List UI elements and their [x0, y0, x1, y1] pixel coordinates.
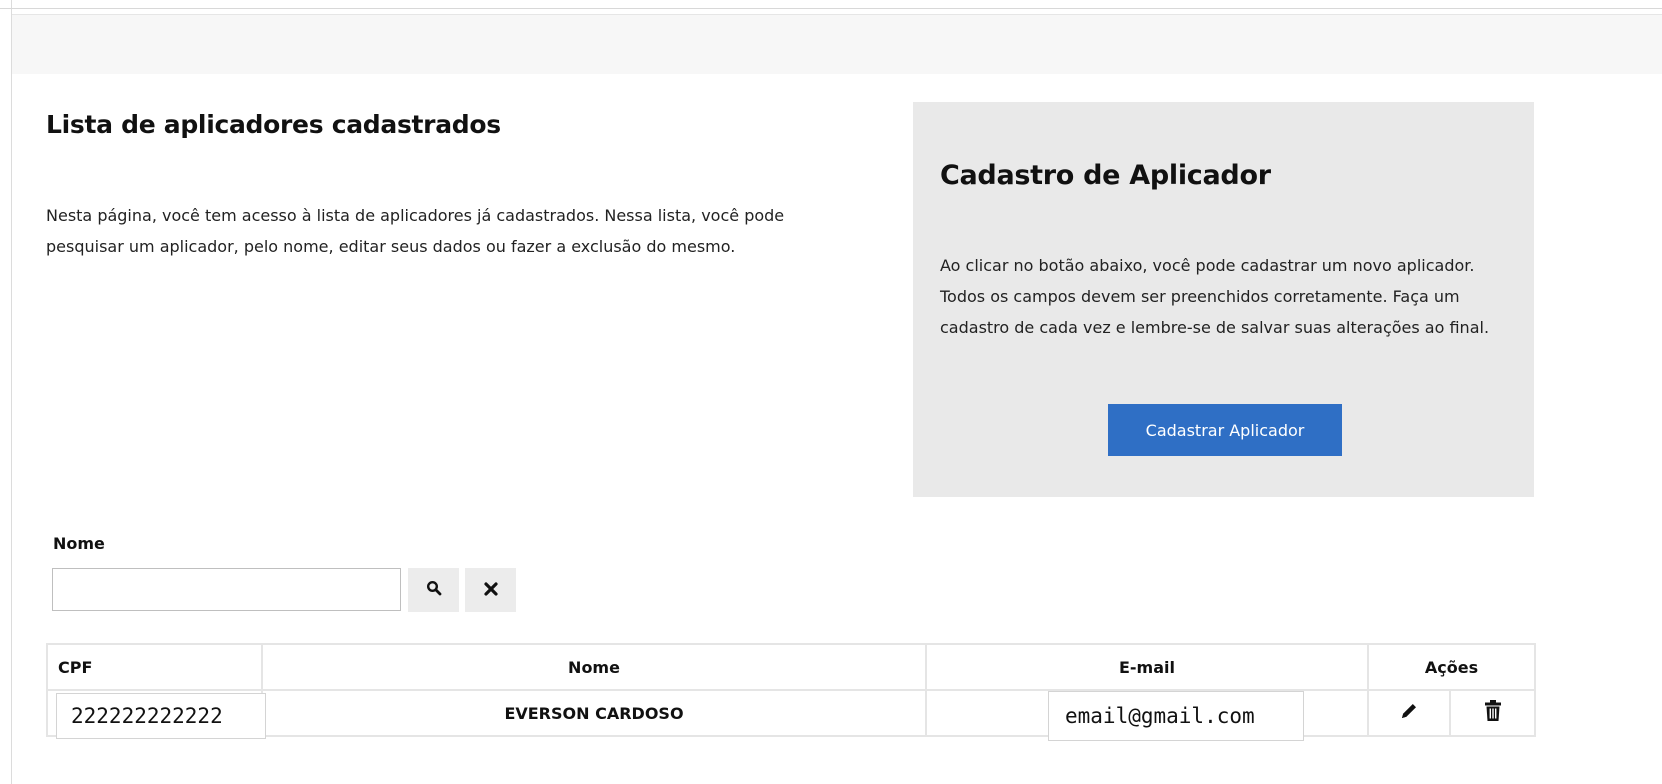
edit-button[interactable]: [1398, 704, 1420, 726]
column-header-cpf[interactable]: CPF: [46, 643, 263, 691]
table-row: 222222222222 EVERSON CARDOSO email@gmail…: [46, 689, 1537, 741]
table-header-row: CPF Nome E-mail Ações: [46, 643, 1537, 691]
top-divider: [0, 8, 1662, 9]
register-panel: Cadastro de Aplicador Ao clicar no botão…: [913, 102, 1534, 497]
column-header-acoes: Ações: [1366, 643, 1537, 691]
email-cell: email@gmail.com: [925, 689, 1369, 741]
clear-search-button[interactable]: [465, 568, 516, 612]
page-title: Lista de aplicadores cadastrados: [46, 110, 501, 139]
cpf-value: 222222222222: [56, 693, 266, 739]
left-border: [0, 0, 12, 784]
delete-button[interactable]: [1482, 700, 1504, 727]
name-cell: EVERSON CARDOSO: [261, 689, 927, 737]
page-description: Nesta página, você tem acesso à lista de…: [46, 206, 785, 256]
trash-icon: [1484, 700, 1501, 721]
email-value: email@gmail.com: [1048, 691, 1304, 741]
search-input[interactable]: [52, 568, 401, 611]
register-applicator-button[interactable]: Cadastrar Aplicador: [1108, 404, 1342, 456]
search-label: Nome: [53, 534, 105, 553]
applicators-table: CPF Nome E-mail Ações 222222222222 EVERS…: [46, 643, 1537, 741]
search-button[interactable]: [408, 568, 459, 612]
column-header-email[interactable]: E-mail: [925, 643, 1369, 691]
search-icon: [426, 580, 442, 600]
column-header-nome[interactable]: Nome: [261, 643, 927, 691]
edit-action-cell: [1367, 689, 1451, 737]
delete-action-cell: [1448, 689, 1537, 737]
cpf-cell: 222222222222: [46, 689, 266, 739]
close-icon: [483, 581, 498, 600]
register-panel-title: Cadastro de Aplicador: [940, 160, 1271, 191]
top-bar: [12, 14, 1662, 74]
register-panel-text: Ao clicar no botão abaixo, você pode cad…: [940, 256, 1490, 337]
pencil-icon: [1402, 704, 1416, 718]
